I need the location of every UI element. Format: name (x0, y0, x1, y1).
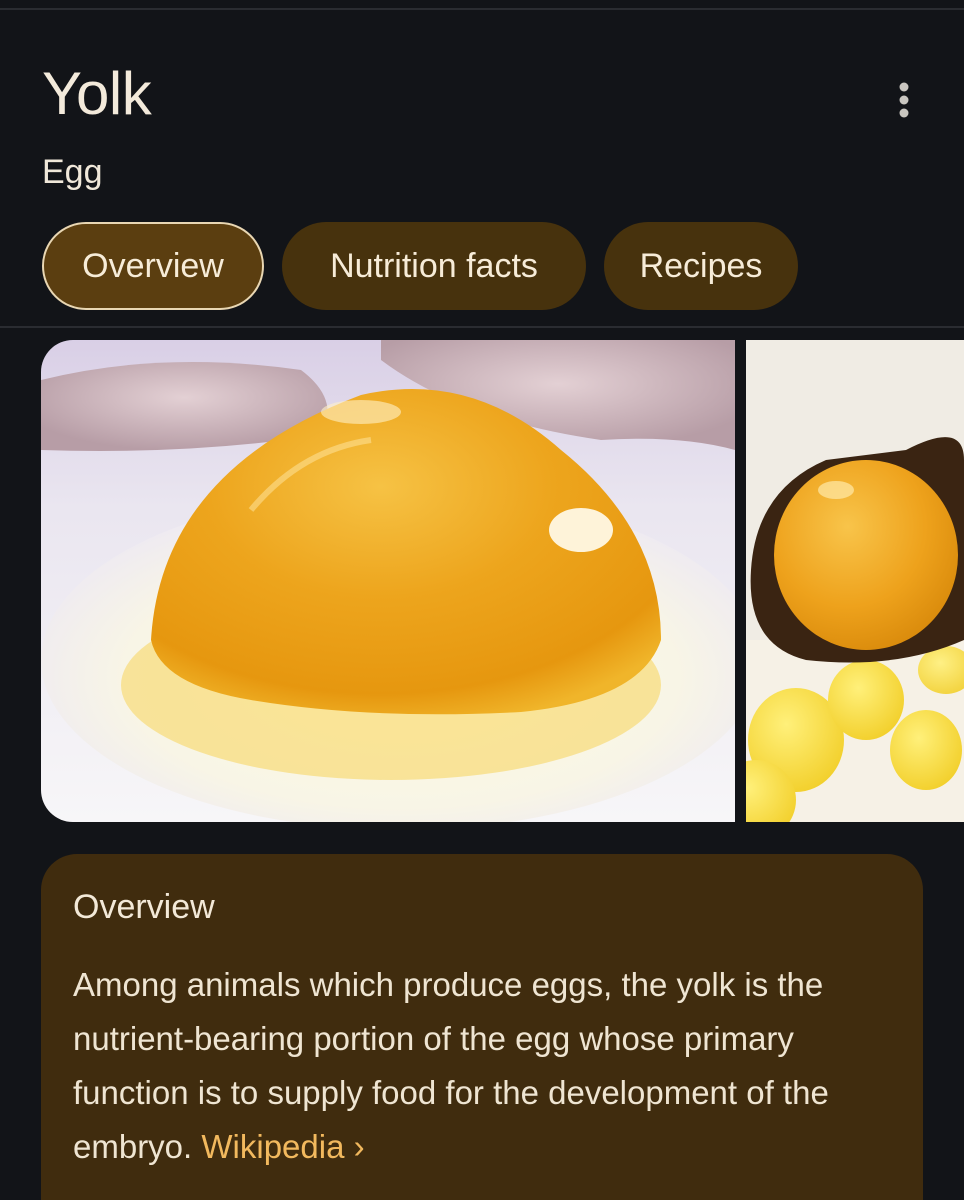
more-vert-icon (899, 82, 909, 118)
wikipedia-link-label: Wikipedia (201, 1128, 345, 1165)
overview-heading: Overview (73, 888, 215, 926)
yolk-photo (41, 340, 735, 822)
overview-card: Overview Among animals which produce egg… (41, 854, 923, 1200)
yolk-image-2[interactable] (746, 340, 964, 822)
chevron-right-icon: › (353, 1128, 365, 1165)
tab-nutrition-facts[interactable]: Nutrition facts (282, 222, 586, 310)
yolk-spoon-photo (746, 340, 964, 822)
tabs-divider (0, 326, 964, 328)
tab-overview[interactable]: Overview (42, 222, 264, 310)
entity-title: Yolk (42, 60, 152, 127)
overview-description: Among animals which produce eggs, the yo… (73, 958, 873, 1174)
top-divider (0, 8, 964, 10)
entity-subtitle: Egg (42, 153, 103, 191)
wikipedia-link[interactable]: Wikipedia › (201, 1128, 364, 1165)
more-options-button[interactable] (880, 72, 928, 128)
yolk-image-1[interactable] (41, 340, 735, 822)
tab-recipes[interactable]: Recipes (604, 222, 798, 310)
tab-bar: Overview Nutrition facts Recipes (42, 222, 798, 314)
overview-text: Among animals which produce eggs, the yo… (73, 966, 829, 1165)
